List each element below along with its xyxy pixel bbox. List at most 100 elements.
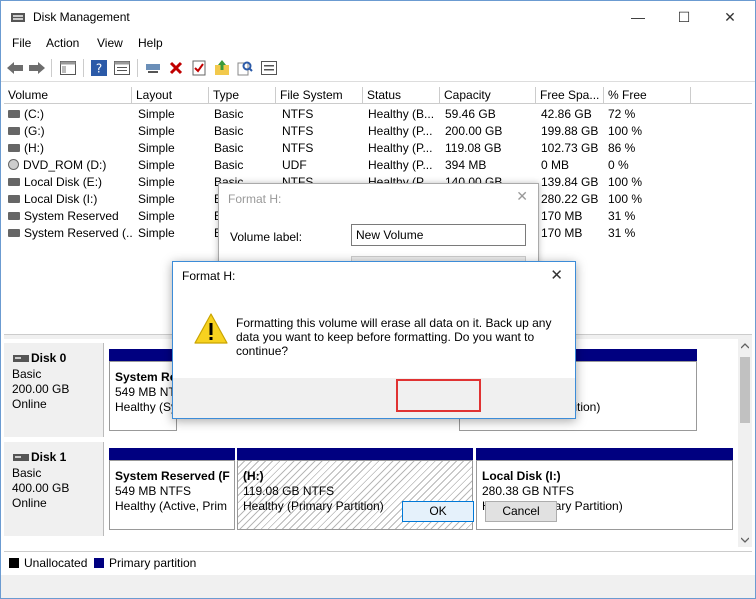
- window-title: Disk Management: [33, 10, 130, 24]
- partition-status: Healthy (Sy: [115, 400, 178, 414]
- legend-primary-partition: Primary partition: [109, 556, 197, 570]
- partition-bar: [109, 349, 177, 361]
- properties-icon[interactable]: [113, 59, 131, 77]
- cell-pct: 72 %: [608, 107, 636, 121]
- ok-button[interactable]: OK: [402, 501, 474, 522]
- volume-name: (H:): [24, 141, 44, 155]
- cell-free: 102.73 GB: [541, 141, 599, 155]
- column-header-free-space[interactable]: Free Spa...: [536, 87, 604, 104]
- partition-size: 119.08 GB NTFS: [243, 484, 335, 498]
- hard-disk-icon: [13, 454, 29, 461]
- menu-bar: File Action View Help: [1, 33, 755, 53]
- scroll-thumb[interactable]: [740, 357, 750, 423]
- partition-name: System Re: [115, 370, 177, 384]
- column-header-volume[interactable]: Volume: [4, 87, 132, 104]
- menu-view[interactable]: View: [97, 36, 123, 50]
- confirm-dialog-close-icon[interactable]: ✕: [550, 266, 563, 284]
- menu-action[interactable]: Action: [46, 36, 79, 50]
- disk-0-label[interactable]: Disk 0 Basic 200.00 GB Online: [4, 343, 104, 437]
- column-header-type[interactable]: Type: [209, 87, 276, 104]
- scroll-up-icon[interactable]: [741, 343, 749, 349]
- volume-name: DVD_ROM (D:): [23, 158, 107, 172]
- menu-help[interactable]: Help: [138, 36, 163, 50]
- minimize-button[interactable]: —: [615, 1, 661, 33]
- column-header-percent-free[interactable]: % Free: [604, 87, 691, 104]
- cell-volume: System Reserved (...: [8, 225, 132, 242]
- table-row[interactable]: (C:) Simple Basic NTFS Healthy (B... 59.46 GB…: [4, 106, 752, 123]
- disk-kind: Basic: [12, 367, 42, 381]
- cell-layout: Simple: [138, 124, 175, 138]
- partition-status: Healthy (Primary Partition): [243, 499, 384, 513]
- column-header-capacity[interactable]: Capacity: [440, 87, 536, 104]
- cell-volume: Local Disk (I:): [8, 191, 132, 208]
- maximize-button[interactable]: ☐: [661, 1, 707, 33]
- console-tree-icon[interactable]: [59, 59, 77, 77]
- primary-partition-swatch: [94, 558, 104, 568]
- cell-layout: Simple: [138, 175, 175, 189]
- volume-name: System Reserved: [24, 209, 119, 223]
- connect-icon[interactable]: [144, 59, 162, 77]
- search-icon[interactable]: [236, 59, 254, 77]
- disk-name: Disk 0: [31, 351, 67, 365]
- partition-system-reserved[interactable]: System Re 549 MB NTFS Healthy (Sy: [109, 349, 191, 431]
- format-confirm-dialog: Format H: ✕ Formatting this volume will …: [172, 261, 576, 522]
- volume-drive-icon: [8, 143, 20, 152]
- cell-pct: 100 %: [608, 175, 643, 189]
- column-header-status[interactable]: Status: [363, 87, 440, 104]
- cell-volume: Local Disk (E:): [8, 174, 132, 191]
- volume-label-input[interactable]: New Volume: [351, 224, 526, 246]
- column-header-file-system[interactable]: File System: [276, 87, 363, 104]
- title-bar: Disk Management — ☐ ✕: [1, 1, 755, 33]
- svg-text:?: ?: [96, 62, 102, 76]
- partition-size: 549 MB NTFS: [115, 484, 192, 498]
- graph-scrollbar[interactable]: [738, 339, 752, 547]
- disk-1-label[interactable]: Disk 1 Basic 400.00 GB Online: [4, 442, 104, 536]
- table-row[interactable]: (G:) Simple Basic NTFS Healthy (P... 200.00 G…: [4, 123, 752, 140]
- scroll-down-icon[interactable]: [741, 537, 749, 543]
- delete-icon[interactable]: [167, 59, 185, 77]
- disk-1-row: Disk 1 Basic 400.00 GB Online System Res…: [4, 442, 738, 536]
- cell-free: 139.84 GB: [541, 175, 599, 189]
- disk-state: Online: [12, 496, 47, 510]
- volume-name: System Reserved (...: [24, 226, 132, 240]
- show-list-icon[interactable]: [260, 59, 278, 77]
- partition-size: 280.38 GB NTFS: [482, 484, 575, 498]
- partition-system-reserved-active[interactable]: System Reserved (F 549 MB NTFS Healthy (…: [109, 448, 235, 530]
- cell-free: 280.22 GB: [541, 192, 599, 206]
- partition-name: (H:): [243, 469, 264, 483]
- close-button[interactable]: ✕: [707, 1, 753, 33]
- cell-pct: 86 %: [608, 141, 636, 155]
- menu-file[interactable]: File: [12, 36, 31, 50]
- disk-management-window: Disk Management — ☐ ✕ File Action View H…: [0, 0, 756, 599]
- checklist-icon[interactable]: [190, 59, 208, 77]
- disk-kind: Basic: [12, 466, 42, 480]
- disk-size: 400.00 GB: [12, 481, 70, 495]
- cell-free: 170 MB: [541, 226, 583, 240]
- cell-pct: 0 %: [608, 158, 629, 172]
- folder-up-icon[interactable]: [213, 59, 231, 77]
- volume-drive-icon: [8, 126, 20, 135]
- cell-status: Healthy (P...: [368, 141, 433, 155]
- cell-pct: 31 %: [608, 209, 636, 223]
- format-dialog-title: Format H:: [228, 192, 282, 206]
- format-dialog-close-icon[interactable]: ✕: [516, 188, 528, 205]
- cell-free: 42.86 GB: [541, 107, 592, 121]
- cell-free: 0 MB: [541, 158, 570, 172]
- cell-volume: System Reserved: [8, 208, 132, 225]
- forward-arrow-icon[interactable]: [28, 59, 46, 77]
- volume-drive-icon: [8, 194, 20, 203]
- cell-layout: Simple: [138, 141, 175, 155]
- volume-name: Local Disk (I:): [24, 192, 98, 206]
- cell-volume: (G:): [8, 123, 132, 140]
- help-icon[interactable]: ?: [90, 59, 108, 77]
- back-arrow-icon[interactable]: [6, 59, 24, 77]
- table-row[interactable]: DVD_ROM (D:) Simple Basic UDF Healthy (P... 3…: [4, 157, 752, 174]
- partition-bar: [476, 448, 733, 460]
- cell-free: 170 MB: [541, 209, 583, 223]
- column-header-layout[interactable]: Layout: [132, 87, 209, 104]
- cancel-button[interactable]: Cancel: [485, 501, 557, 522]
- disk-state: Online: [12, 397, 47, 411]
- toolbar-separator: [137, 59, 138, 77]
- table-row[interactable]: (H:) Simple Basic NTFS Healthy (P... 119.08 G…: [4, 140, 752, 157]
- disk-size: 200.00 GB: [12, 382, 70, 396]
